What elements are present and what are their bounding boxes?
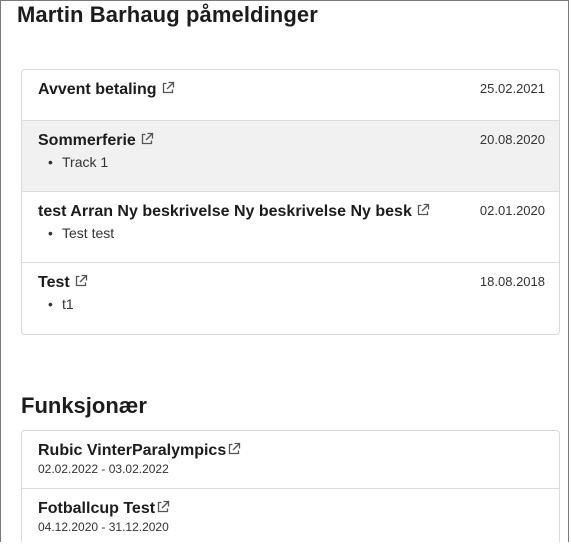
functionary-heading: Funksjonær [21, 393, 147, 418]
functionary-dates: 04.12.2020 - 31.12.2020 [38, 520, 169, 534]
registration-date: 18.08.2018 [479, 274, 545, 289]
list-item[interactable]: Sommerferie 20.08.2020 • Track 1 [22, 121, 559, 192]
registration-sub-text: t1 [62, 296, 74, 312]
registration-title[interactable]: Test [38, 274, 88, 292]
bullet-icon: • [48, 296, 53, 312]
external-link-icon[interactable] [416, 203, 430, 217]
bullet-icon: • [48, 225, 53, 241]
registration-sub-item: • Test test [48, 225, 115, 241]
bullet-icon: • [48, 154, 53, 170]
registration-date: 25.02.2021 [479, 81, 545, 96]
registration-title[interactable]: Sommerferie [38, 132, 154, 150]
registration-sub-item: • t1 [48, 296, 74, 312]
registration-title-text[interactable]: Test [38, 274, 70, 291]
registrations-list: Avvent betaling 25.02.2021 Sommerferie 2… [21, 69, 560, 335]
list-item[interactable]: Test 18.08.2018 • t1 [22, 263, 559, 334]
list-item[interactable]: Fotballcup Test 04.12.2020 - 31.12.2020 [22, 489, 559, 542]
list-item[interactable]: Rubic VinterParalympics 02.02.2022 - 03.… [22, 431, 559, 489]
registration-date: 02.01.2020 [479, 203, 545, 218]
functionary-title-text[interactable]: Rubic VinterParalympics [38, 442, 226, 459]
external-link-icon[interactable] [156, 500, 170, 514]
external-link-icon[interactable] [161, 81, 175, 95]
registration-date: 20.08.2020 [479, 132, 545, 147]
registration-title-text[interactable]: Sommerferie [38, 132, 136, 149]
functionary-title[interactable]: Fotballcup Test [38, 500, 170, 518]
functionary-dates: 02.02.2022 - 03.02.2022 [38, 462, 169, 476]
registration-sub-text: Track 1 [62, 154, 109, 170]
page-title: Martin Barhaug påmeldinger [17, 2, 318, 27]
registration-sub-item: • Track 1 [48, 154, 109, 170]
registration-title-text[interactable]: Avvent betaling [38, 81, 157, 98]
registration-sub-text: Test test [62, 225, 115, 241]
functionary-list: Rubic VinterParalympics 02.02.2022 - 03.… [21, 430, 560, 542]
functionary-title-text[interactable]: Fotballcup Test [38, 500, 155, 517]
external-link-icon[interactable] [227, 442, 241, 456]
functionary-title[interactable]: Rubic VinterParalympics [38, 442, 241, 460]
page-frame: Martin Barhaug påmeldinger Avvent betali… [0, 0, 569, 542]
list-item[interactable]: test Arran Ny beskrivelse Ny beskrivelse… [22, 192, 559, 263]
registration-title[interactable]: Avvent betaling [38, 81, 175, 99]
external-link-icon[interactable] [140, 132, 154, 146]
list-item[interactable]: Avvent betaling 25.02.2021 [22, 70, 559, 121]
external-link-icon[interactable] [74, 274, 88, 288]
registration-title-text[interactable]: test Arran Ny beskrivelse Ny beskrivelse… [38, 203, 412, 220]
registration-title[interactable]: test Arran Ny beskrivelse Ny beskrivelse… [38, 203, 430, 221]
